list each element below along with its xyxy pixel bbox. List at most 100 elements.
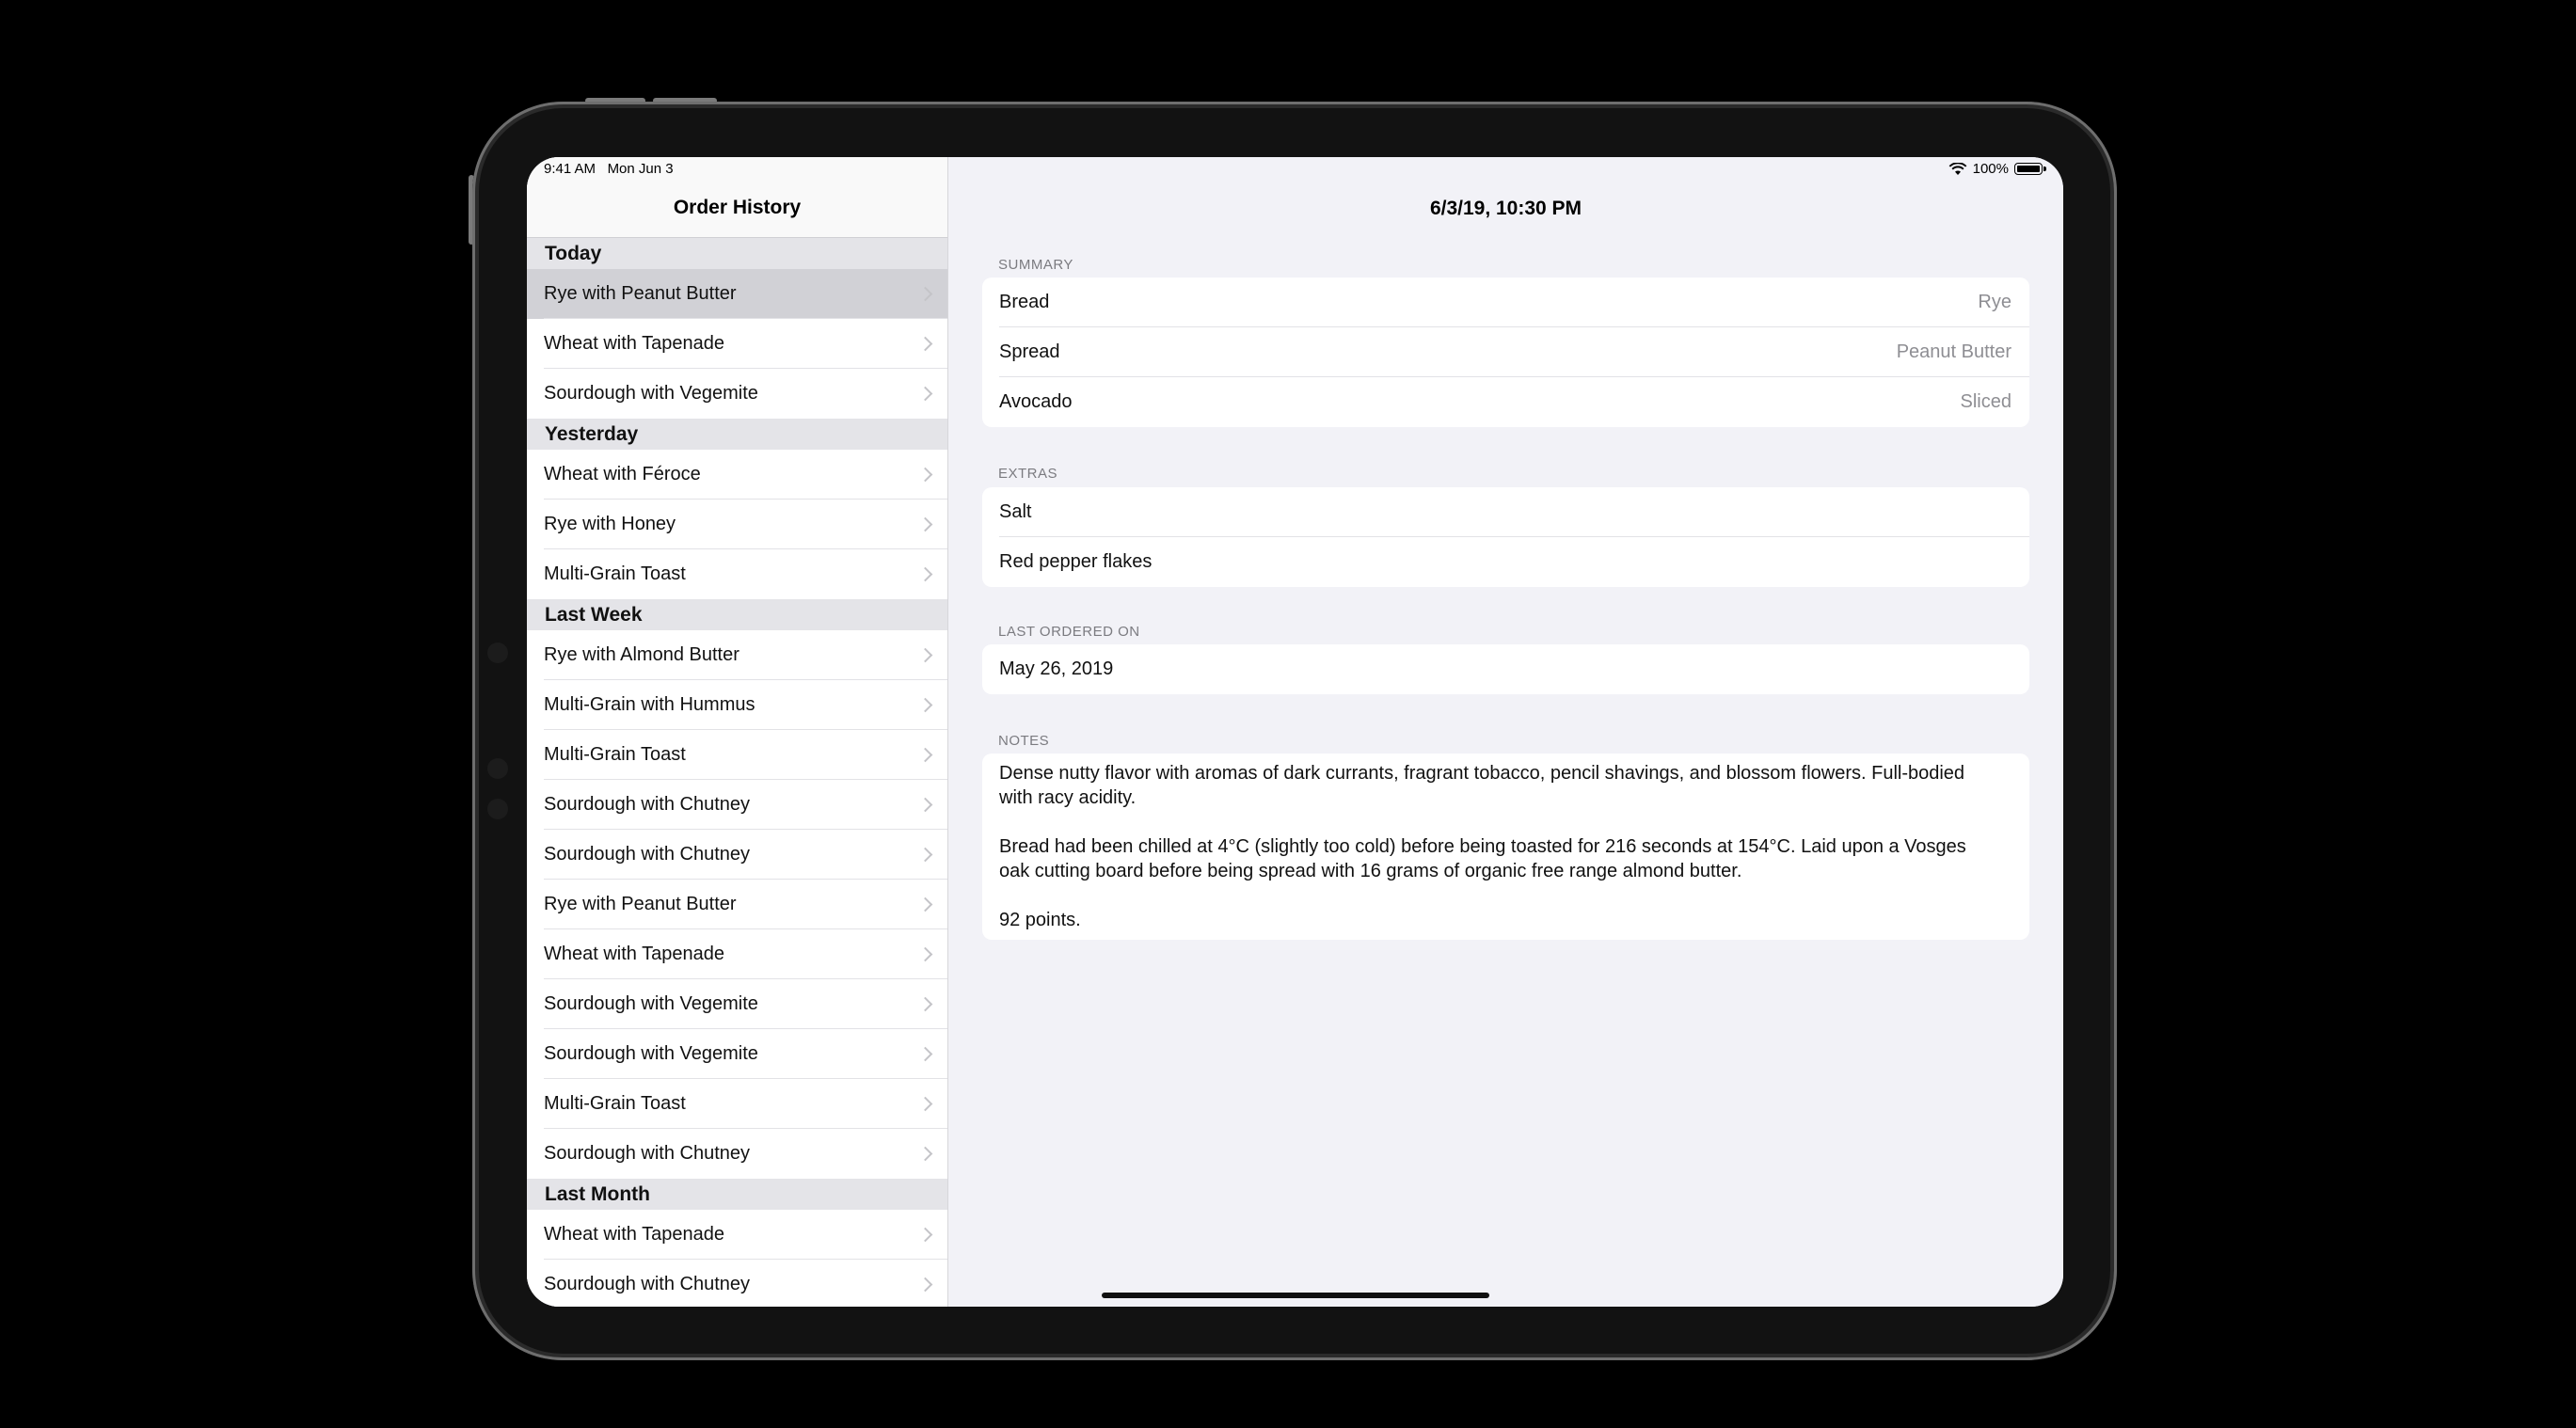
order-row[interactable]: Wheat with Tapenade xyxy=(527,319,947,369)
order-row[interactable]: Multi-Grain with Hummus xyxy=(527,680,947,730)
order-row[interactable]: Sourdough with Chutney xyxy=(527,830,947,880)
magnet-dot-2 xyxy=(487,758,508,779)
chevron-right-icon xyxy=(917,1096,933,1112)
order-row-label: Sourdough with Chutney xyxy=(544,1143,751,1164)
chevron-right-icon xyxy=(917,336,933,352)
summary-value: Sliced xyxy=(1960,391,2012,412)
magnet-dot-1 xyxy=(487,643,508,663)
magnet-dot-3 xyxy=(487,799,508,819)
summary-row-bread: Bread Rye xyxy=(982,278,2029,327)
order-list[interactable]: Today Rye with Peanut Butter Wheat with Ta… xyxy=(527,238,947,1307)
order-row-label: Rye with Peanut Butter xyxy=(544,894,737,914)
chevron-right-icon xyxy=(917,647,933,663)
order-row[interactable]: Sourdough with Chutney xyxy=(527,1260,947,1307)
notes-card: Dense nutty flavor with aromas of dark c… xyxy=(982,754,2029,940)
summary-label: SUMMARY xyxy=(998,257,1073,273)
order-row-label: Multi-Grain with Hummus xyxy=(544,694,755,715)
order-row[interactable]: Sourdough with Vegemite xyxy=(527,979,947,1029)
detail-title: 6/3/19, 10:30 PM xyxy=(1429,198,1582,219)
sidebar-title: Order History xyxy=(673,197,802,218)
order-row[interactable]: Rye with Honey xyxy=(527,500,947,549)
battery-percent: 100% xyxy=(1972,161,2009,177)
order-row-label: Multi-Grain Toast xyxy=(544,744,686,765)
order-row-label: Rye with Honey xyxy=(544,514,676,534)
extras-card: Salt Red pepper flakes xyxy=(982,487,2029,587)
extras-item: Salt xyxy=(999,501,1032,522)
order-row-label: Sourdough with Vegemite xyxy=(544,1043,758,1064)
status-time-text: 9:41 AM xyxy=(544,161,596,177)
order-row-label: Multi-Grain Toast xyxy=(544,563,686,584)
order-row[interactable]: Multi-Grain Toast xyxy=(527,730,947,780)
wifi-icon xyxy=(1948,162,1967,175)
order-row[interactable]: Sourdough with Chutney xyxy=(527,780,947,830)
order-row[interactable]: Sourdough with Chutney xyxy=(527,1129,947,1179)
order-row[interactable]: Rye with Peanut Butter xyxy=(527,880,947,929)
chevron-right-icon xyxy=(917,747,933,763)
status-right: 100% xyxy=(1948,161,2046,177)
chevron-right-icon xyxy=(917,386,933,402)
order-row-label: Wheat with Tapenade xyxy=(544,333,724,354)
ipad-screen: 9:41 AM Mon Jun 3 100% Order History Tod… xyxy=(527,157,2063,1307)
order-row-label: Wheat with Tapenade xyxy=(544,1224,724,1245)
order-row[interactable]: Wheat with Tapenade xyxy=(527,1210,947,1260)
home-indicator[interactable] xyxy=(1102,1293,1489,1298)
notes-text: Dense nutty flavor with aromas of dark c… xyxy=(982,754,2029,940)
chevron-right-icon xyxy=(917,566,933,582)
battery-icon xyxy=(2014,163,2046,175)
status-time: 9:41 AM Mon Jun 3 xyxy=(544,161,674,177)
summary-key: Bread xyxy=(999,292,1050,312)
order-row[interactable]: Multi-Grain Toast xyxy=(527,549,947,599)
chevron-right-icon xyxy=(917,516,933,532)
chevron-right-icon xyxy=(917,1277,933,1293)
last-ordered-row: May 26, 2019 xyxy=(982,644,2029,694)
order-history-sidebar: Order History Today Rye with Peanut Butte… xyxy=(527,157,948,1307)
order-row-label: Sourdough with Chutney xyxy=(544,794,751,815)
chevron-right-icon xyxy=(917,467,933,483)
section-header: Yesterday xyxy=(527,419,947,450)
summary-value: Peanut Butter xyxy=(1896,341,2012,362)
order-row-label: Rye with Peanut Butter xyxy=(544,283,737,304)
order-row[interactable]: Multi-Grain Toast xyxy=(527,1079,947,1129)
order-row[interactable]: Wheat with Féroce xyxy=(527,450,947,500)
summary-key: Spread xyxy=(999,341,1060,362)
status-bar: 9:41 AM Mon Jun 3 100% xyxy=(527,157,2063,185)
order-row[interactable]: Wheat with Tapenade xyxy=(527,929,947,979)
notes-paragraph: Dense nutty flavor with aromas of dark c… xyxy=(999,763,1965,808)
notes-paragraph: Bread had been chilled at 4°C (slightly … xyxy=(999,836,1966,881)
extras-label: EXTRAS xyxy=(998,466,1058,482)
order-row[interactable]: Rye with Almond Butter xyxy=(527,630,947,680)
order-row-label: Wheat with Tapenade xyxy=(544,944,724,964)
chevron-right-icon xyxy=(917,847,933,863)
chevron-right-icon xyxy=(917,1227,933,1243)
summary-key: Avocado xyxy=(999,391,1073,412)
order-row-label: Sourdough with Vegemite xyxy=(544,383,758,404)
order-detail: 6/3/19, 10:30 PM SUMMARY Bread Rye Sprea… xyxy=(948,157,2063,1307)
chevron-right-icon xyxy=(917,697,933,713)
order-row[interactable]: Rye with Peanut Butter xyxy=(527,269,947,319)
summary-card: Bread Rye Spread Peanut Butter Avocado S… xyxy=(982,278,2029,427)
order-row-label: Wheat with Féroce xyxy=(544,464,701,484)
stage: 9:41 AM Mon Jun 3 100% Order History Tod… xyxy=(0,0,2576,1428)
extras-item: Red pepper flakes xyxy=(999,551,1153,572)
chevron-right-icon xyxy=(917,946,933,962)
order-row-label: Rye with Almond Butter xyxy=(544,644,739,665)
chevron-right-icon xyxy=(917,1146,933,1162)
order-row[interactable]: Sourdough with Vegemite xyxy=(527,369,947,419)
last-ordered-value: May 26, 2019 xyxy=(999,658,1114,679)
chevron-right-icon xyxy=(917,896,933,912)
section-header: Last Month xyxy=(527,1179,947,1210)
section-header: Today xyxy=(527,238,947,269)
status-date-text: Mon Jun 3 xyxy=(607,161,674,177)
order-row-label: Multi-Grain Toast xyxy=(544,1093,686,1114)
order-row[interactable]: Sourdough with Vegemite xyxy=(527,1029,947,1079)
order-row-label: Sourdough with Vegemite xyxy=(544,993,758,1014)
last-ordered-card: May 26, 2019 xyxy=(982,644,2029,694)
order-row-label: Sourdough with Chutney xyxy=(544,844,751,865)
chevron-right-icon xyxy=(917,996,933,1012)
last-ordered-label: LAST ORDERED ON xyxy=(998,624,1140,640)
order-row-label: Sourdough with Chutney xyxy=(544,1274,751,1294)
notes-label: NOTES xyxy=(998,733,1050,749)
notes-paragraph: 92 points. xyxy=(999,910,1081,930)
summary-row-avocado: Avocado Sliced xyxy=(982,377,2029,427)
section-header: Last Week xyxy=(527,599,947,630)
